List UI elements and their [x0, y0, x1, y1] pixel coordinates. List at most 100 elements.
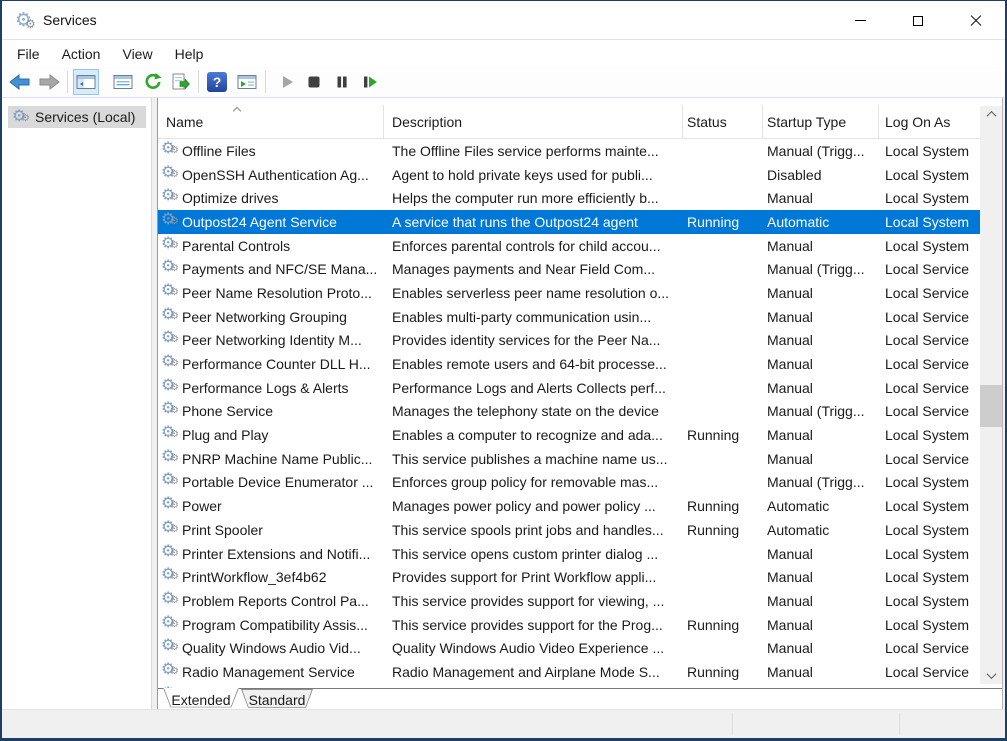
table-row[interactable]: ⚙⚙Performance Logs & AlertsPerformance L…: [158, 376, 980, 400]
table-row[interactable]: ⚙⚙PNRP Machine Name Public...This servic…: [158, 447, 980, 471]
table-row[interactable]: ⚙⚙Peer Networking Identity M...Provides …: [158, 329, 980, 353]
service-cell-icon: ⚙⚙: [158, 282, 182, 304]
gear-small-icon: ⚙: [170, 548, 179, 559]
column-header-log-on-as[interactable]: Log On As: [879, 105, 980, 138]
service-gear-icon: ⚙⚙: [161, 495, 178, 514]
service-log-on-as-cell: Local System: [879, 546, 980, 562]
table-row[interactable]: ⚙⚙Peer Networking GroupingEnables multi-…: [158, 305, 980, 329]
service-cell-icon: ⚙⚙: [158, 424, 182, 446]
service-cell-icon: ⚙⚙: [158, 495, 182, 517]
service-name-cell: Performance Logs & Alerts: [182, 380, 384, 396]
table-row[interactable]: ⚙⚙Payments and NFC/SE Mana...Manages pay…: [158, 257, 980, 281]
maximize-button[interactable]: [889, 1, 947, 40]
menu-item-help[interactable]: Help: [164, 43, 215, 65]
service-gear-icon: ⚙⚙: [161, 614, 178, 633]
service-gear-icon: ⚙⚙: [161, 448, 178, 467]
table-row[interactable]: ⚙⚙Offline FilesThe Offline Files service…: [158, 139, 980, 163]
properties-icon: [113, 74, 133, 90]
table-row[interactable]: ⚙⚙Optimize drivesHelps the computer run …: [158, 186, 980, 210]
service-cell-icon: ⚙⚙: [158, 164, 182, 186]
table-row[interactable]: ⚙⚙Print SpoolerThis service spools print…: [158, 518, 980, 542]
gear-small-icon: ⚙: [170, 429, 179, 440]
back-button[interactable]: [7, 69, 33, 95]
table-row[interactable]: ⚙⚙Parental ControlsEnforces parental con…: [158, 234, 980, 258]
service-startup-type-cell: Automatic: [763, 522, 879, 538]
table-row[interactable]: ⚙⚙PrintWorkflow_3ef4b62Provides support …: [158, 565, 980, 589]
table-row[interactable]: ⚙⚙Printer Extensions and Notifi...This s…: [158, 542, 980, 566]
service-cell-icon: ⚙⚙: [158, 448, 182, 470]
chevron-up-icon: [986, 111, 996, 121]
column-header-description[interactable]: Description: [384, 105, 683, 138]
table-row[interactable]: ⚙⚙Quality Windows Audio Vid...Quality Wi…: [158, 636, 980, 660]
menu-item-view[interactable]: View: [111, 43, 163, 65]
help-button[interactable]: ?: [204, 69, 230, 95]
column-header-startup-type[interactable]: Startup Type: [763, 105, 879, 138]
refresh-button[interactable]: [140, 69, 166, 95]
vertical-scrollbar[interactable]: [980, 106, 1002, 684]
gear-small-icon: ⚙: [170, 405, 179, 416]
toolbar: ?: [2, 67, 1005, 98]
minimize-button[interactable]: [831, 1, 889, 40]
service-gear-icon: ⚙⚙: [161, 306, 178, 325]
service-cell-icon: ⚙⚙: [158, 211, 182, 233]
table-row[interactable]: ⚙⚙PowerManages power policy and power po…: [158, 494, 980, 518]
refresh-icon: [143, 72, 163, 92]
sidebar-item-label: Services (Local): [35, 109, 135, 125]
service-startup-type-cell: Manual: [763, 309, 879, 325]
table-row[interactable]: ⚙⚙Problem Reports Control Pa...This serv…: [158, 589, 980, 613]
properties-button[interactable]: [110, 69, 136, 95]
table-row[interactable]: ⚙⚙OpenSSH Authentication Ag...Agent to h…: [158, 163, 980, 187]
gear-small-icon: ⚙: [170, 287, 179, 298]
table-row[interactable]: ⚙⚙Program Compatibility Assis...This ser…: [158, 613, 980, 637]
service-name-cell: Payments and NFC/SE Mana...: [182, 261, 384, 277]
gear-small-icon: ⚙: [170, 571, 179, 582]
forward-button[interactable]: [36, 69, 62, 95]
column-header-name[interactable]: Name: [158, 105, 384, 138]
start-service-button[interactable]: [275, 69, 301, 95]
service-startup-type-cell: Manual (Trigg...: [763, 143, 879, 159]
table-row[interactable]: ⚙⚙Outpost24 Agent ServiceA service that …: [158, 210, 980, 234]
service-gear-icon: ⚙⚙: [161, 211, 178, 230]
service-startup-type-cell: Manual: [763, 546, 879, 562]
service-log-on-as-cell: Local System: [879, 190, 980, 206]
table-row[interactable]: ⚙⚙Phone ServiceManages the telephony sta…: [158, 400, 980, 424]
export-list-icon: [170, 73, 190, 91]
play-icon: [281, 75, 295, 89]
table-row[interactable]: ⚙⚙Portable Device Enumerator ...Enforces…: [158, 471, 980, 495]
menu-item-file[interactable]: File: [6, 43, 51, 65]
service-name-cell: Peer Networking Grouping: [182, 309, 384, 325]
service-gear-icon: ⚙⚙: [161, 519, 178, 538]
close-button[interactable]: [947, 1, 1005, 40]
service-gear-icon: ⚙⚙: [161, 329, 178, 348]
service-log-on-as-cell: Local System: [879, 474, 980, 490]
show-console-tree-button[interactable]: [73, 69, 99, 95]
menu-item-action[interactable]: Action: [51, 43, 112, 65]
maximize-icon: [913, 16, 923, 26]
scrollbar-thumb[interactable]: [980, 385, 1002, 427]
pause-service-button[interactable]: [329, 69, 355, 95]
service-gear-icon: ⚙⚙: [161, 282, 178, 301]
scrollbar-up-button[interactable]: [980, 106, 1002, 123]
gear-small-icon: ⚙: [170, 145, 179, 156]
table-row[interactable]: ⚙⚙Plug and PlayEnables a computer to rec…: [158, 423, 980, 447]
service-name-cell: Printer Extensions and Notifi...: [182, 546, 384, 562]
service-log-on-as-cell: Local Service: [879, 332, 980, 348]
table-row[interactable]: ⚙⚙Radio Management ServiceRadio Manageme…: [158, 660, 980, 684]
restart-service-button[interactable]: [357, 69, 383, 95]
table-row[interactable]: ⚙⚙Performance Counter DLL H...Enables re…: [158, 352, 980, 376]
minimize-icon: [855, 20, 866, 21]
show-action-pane-button[interactable]: [234, 69, 260, 95]
service-cell-icon: ⚙⚙: [158, 543, 182, 565]
service-log-on-as-cell: Local Service: [879, 403, 980, 419]
service-status-cell: Running: [683, 522, 763, 538]
export-list-button[interactable]: [167, 69, 193, 95]
service-startup-type-cell: Manual: [763, 380, 879, 396]
sidebar-item-services-local[interactable]: ⚙⚙ Services (Local): [8, 106, 146, 128]
scrollbar-down-button[interactable]: [980, 667, 1002, 684]
services-list-panel: Name Description Status Startup Type Log…: [157, 98, 1003, 709]
service-startup-type-cell: Automatic: [763, 214, 879, 230]
table-row[interactable]: ⚙⚙Peer Name Resolution Proto...Enables s…: [158, 281, 980, 305]
gear-small-icon: ⚙: [170, 453, 179, 464]
column-header-status[interactable]: Status: [683, 105, 763, 138]
stop-service-button[interactable]: [301, 69, 327, 95]
